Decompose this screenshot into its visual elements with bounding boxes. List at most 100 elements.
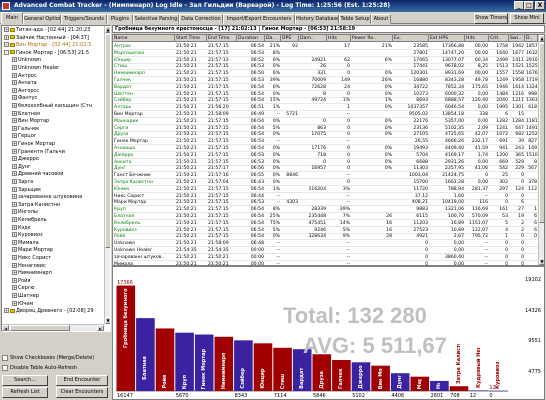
column-header[interactable]: Power Re..: [351, 35, 393, 42]
tree-combatant-node[interactable]: + Зарьщек: [12, 186, 41, 194]
expander-icon[interactable]: +: [12, 95, 17, 101]
show-timers-button[interactable]: Show Timers: [474, 13, 508, 24]
tab-import-export[interactable]: Import/Export Encounters: [223, 14, 295, 24]
column-header[interactable]: DPS: [281, 35, 299, 42]
column-header[interactable]: D..: [525, 35, 538, 42]
expander-icon[interactable]: +: [12, 80, 17, 86]
expander-icon[interactable]: +: [12, 300, 17, 306]
tree-encounter-node[interactable]: + Дворец Древнего - [02:08] 29: [4, 308, 94, 315]
tree-combatant-node[interactable]: + Мимала: [12, 239, 39, 247]
expander-icon[interactable]: +: [12, 285, 17, 291]
tree-combatant-node[interactable]: + Анчата: [12, 80, 37, 87]
expander-icon[interactable]: -: [4, 49, 9, 55]
tab-data-correction[interactable]: Data Correction: [179, 14, 223, 24]
close-button[interactable]: X: [535, 1, 545, 10]
tab-triggers-sounds[interactable]: Triggers/Sounds: [61, 14, 107, 24]
tree-vertical-scrollbar[interactable]: ▲ ▼: [104, 26, 110, 324]
expander-icon[interactable]: +: [12, 118, 17, 124]
expander-icon[interactable]: +: [12, 255, 17, 260]
expander-icon[interactable]: +: [12, 239, 17, 245]
search-button[interactable]: Search...: [2, 375, 48, 386]
encounter-tree[interactable]: + Титан-ада - [02:44] 21:20:23 + Зайчик Нас…: [1, 25, 111, 332]
tree-combatant-node[interactable]: + Кэдк: [12, 224, 31, 232]
tab-plugins[interactable]: Plugins: [107, 14, 133, 24]
column-header[interactable]: End Time: [207, 35, 237, 42]
expander-icon[interactable]: +: [12, 201, 17, 207]
column-header[interactable]: Dam..: [299, 35, 327, 42]
expander-icon[interactable]: +: [12, 232, 17, 238]
expander-icon[interactable]: +: [12, 262, 17, 268]
column-header[interactable]: Hits: [465, 35, 489, 42]
scroll-up-icon[interactable]: ▲: [539, 35, 544, 42]
expander-icon[interactable]: +: [12, 277, 17, 283]
expander-icon[interactable]: +: [12, 103, 17, 108]
expander-icon[interactable]: +: [12, 179, 17, 184]
column-header[interactable]: Hits: [327, 35, 351, 42]
expander-icon[interactable]: +: [4, 42, 9, 48]
combatant-table[interactable]: Name Start Time End Time Duration Da.. DPS Dam…: [112, 34, 545, 266]
tree-horizontal-scrollbar[interactable]: ◄ ►: [2, 324, 104, 331]
tree-combatant-node[interactable]: + Зарга: [12, 179, 33, 186]
table-vertical-scrollbar[interactable]: ▲ ▼: [538, 35, 544, 265]
column-header[interactable]: Ex.: [393, 35, 429, 42]
column-header[interactable]: Start Time: [175, 35, 207, 42]
tree-combatant-node[interactable]: + Блатная: [12, 110, 40, 118]
show-mini-button[interactable]: Show Mini: [510, 13, 544, 24]
expander-icon[interactable]: +: [12, 194, 17, 200]
scroll-thumb[interactable]: [10, 325, 70, 331]
expander-icon[interactable]: +: [12, 125, 17, 131]
tree-combatant-node[interactable]: + Шатнер: [12, 293, 39, 300]
scroll-thumb[interactable]: [105, 34, 110, 248]
expander-icon[interactable]: +: [12, 141, 17, 146]
expander-icon[interactable]: +: [4, 308, 9, 314]
tree-combatant-node[interactable]: + Гранентя (Гальчи: [12, 148, 65, 156]
scroll-left-icon[interactable]: ◄: [2, 325, 9, 331]
expander-icon[interactable]: +: [12, 156, 17, 162]
tree-combatant-node[interactable]: + Гинок Мортар: [12, 141, 55, 148]
end-encounter-button[interactable]: End Encounter: [56, 375, 108, 386]
tree-encounter-node[interactable]: + Вин Мортар - [02:44] 21:02:5: [4, 42, 91, 49]
tree-combatant-node[interactable]: + Гальчек: [12, 125, 39, 133]
expander-icon[interactable]: +: [12, 148, 17, 154]
tab-table-setup[interactable]: Table Setup: [339, 14, 371, 24]
expander-icon[interactable]: +: [12, 110, 17, 116]
tree-combatant-node[interactable]: + Сергю: [12, 285, 35, 292]
expander-icon[interactable]: +: [12, 163, 17, 169]
tree-encounter-node[interactable]: + Зайчик Настенный - [04:37]: [4, 34, 89, 42]
tab-selective-parsing[interactable]: Selective Parsing: [133, 14, 179, 24]
column-header[interactable]: Ext HPS: [429, 35, 465, 42]
expander-icon[interactable]: +: [12, 133, 17, 139]
tree-combatant-node[interactable]: + Вин Мортар: [12, 118, 49, 125]
expander-icon[interactable]: +: [12, 293, 17, 298]
tree-combatant-node[interactable]: + Затра Калистнн: [12, 201, 60, 209]
tree-combatant-node[interactable]: + Куровиоз: [12, 232, 43, 239]
checkbox[interactable]: [2, 364, 8, 371]
scroll-up-icon[interactable]: ▲: [105, 26, 110, 33]
tree-combatant-node[interactable]: + Нимнимнарп: [12, 270, 52, 277]
expander-icon[interactable]: +: [12, 270, 17, 276]
tree-combatant-node[interactable]: + Unknown: [12, 57, 41, 64]
tree-combatant-node[interactable]: + Ройя: [12, 277, 30, 285]
tree-encounter-node[interactable]: + Титан-ада - [02:44] 21:20:23: [4, 27, 90, 34]
minimize-button[interactable]: _: [514, 1, 524, 10]
tab-general-options[interactable]: General Options: [23, 14, 61, 24]
tree-combatant-node[interactable]: + Ючем: [12, 300, 33, 308]
tree-combatant-node[interactable]: + Мари Мортар: [12, 247, 53, 254]
tree-encounter-node[interactable]: - Гинок Мортар - [06:53] 21:5: [4, 49, 89, 57]
expander-icon[interactable]: +: [4, 34, 9, 40]
clear-encounters-button[interactable]: Clear Encounters: [56, 387, 108, 398]
tree-combatant-node[interactable]: + Джерро: [12, 156, 39, 163]
expander-icon[interactable]: +: [12, 72, 17, 78]
column-header[interactable]: Da..: [265, 35, 281, 42]
expander-icon[interactable]: +: [12, 217, 17, 222]
tree-combatant-node[interactable]: + Unknown Healer: [12, 65, 59, 72]
tree-combatant-node[interactable]: + Ангорсс: [12, 87, 39, 95]
show-checkboxes-option[interactable]: Show Checkboxes (Merge/Delete): [2, 354, 94, 362]
refresh-list-button[interactable]: Refresh List: [2, 387, 48, 398]
tree-combatant-node[interactable]: + Герцог: [12, 133, 36, 140]
tree-combatant-node[interactable]: + Фантус: [12, 95, 37, 102]
scroll-down-icon[interactable]: ▼: [105, 317, 110, 324]
tree-combatant-node[interactable]: + Дунг: [12, 163, 31, 171]
maximize-button[interactable]: □: [524, 1, 534, 10]
column-header[interactable]: Duration: [237, 35, 265, 42]
